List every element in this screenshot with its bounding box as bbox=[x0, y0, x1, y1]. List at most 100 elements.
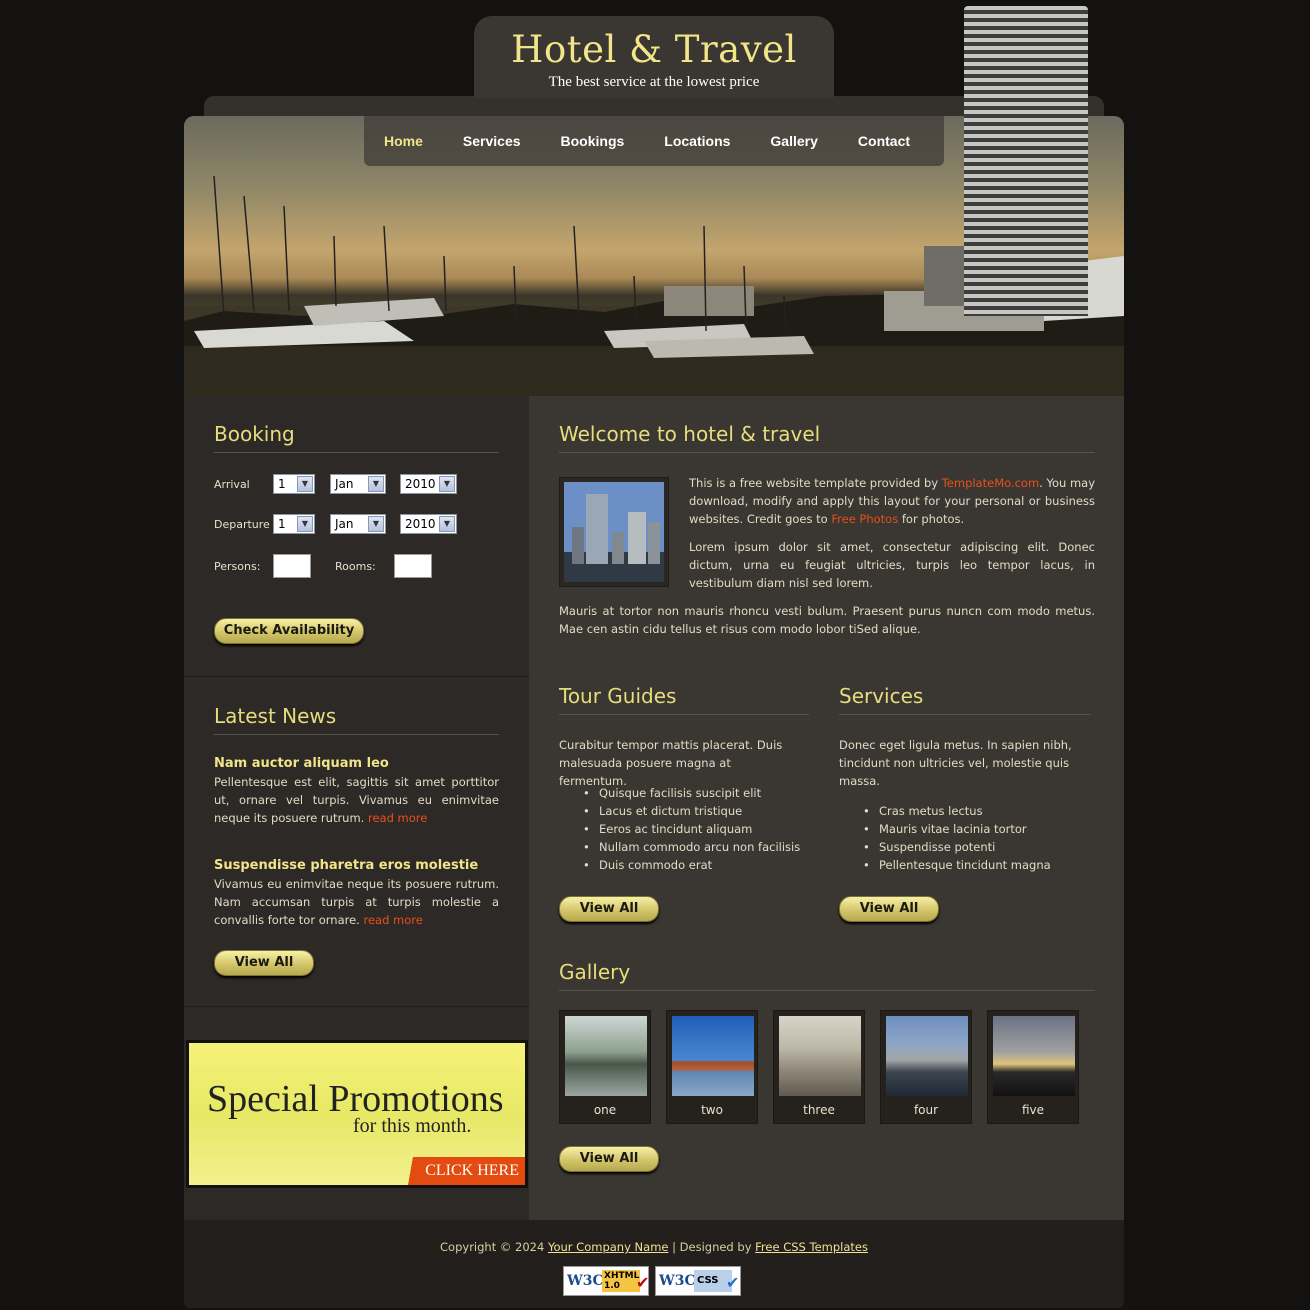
departure-label: Departure bbox=[214, 518, 270, 531]
divider bbox=[184, 676, 529, 677]
services-view-all-button[interactable]: View All bbox=[839, 896, 939, 922]
arrival-day-select[interactable]: 1 ▼ bbox=[273, 474, 315, 494]
xhtml-valid-badge[interactable]: W3C XHTML 1.0 ✔ bbox=[563, 1266, 649, 1296]
arrival-year-select[interactable]: 2010 ▼ bbox=[400, 474, 457, 494]
services-intro: Donec eget ligula metus. In sapien nibh,… bbox=[839, 738, 1072, 788]
tour-guides-list: Quisque facilisis suscipit elit Lacus et… bbox=[579, 784, 800, 874]
chevron-down-icon: ▼ bbox=[297, 476, 313, 492]
welcome-image bbox=[559, 477, 669, 587]
divider bbox=[214, 452, 499, 453]
tower-decoration bbox=[964, 6, 1088, 316]
welcome-heading: Welcome to hotel & travel bbox=[559, 422, 821, 446]
gallery-thumbnail bbox=[886, 1016, 968, 1096]
tour-guides-view-all-button[interactable]: View All bbox=[559, 896, 659, 922]
sidebar: Booking Arrival 1 ▼ Jan ▼ 2010 ▼ Departure … bbox=[184, 396, 529, 1220]
divider bbox=[559, 990, 1095, 991]
gallery-item-one[interactable]: one bbox=[559, 1010, 651, 1124]
company-link[interactable]: Your Company Name bbox=[548, 1240, 669, 1254]
news-title-1[interactable]: Nam auctor aliquam leo bbox=[214, 756, 389, 771]
nav-gallery[interactable]: Gallery bbox=[770, 133, 817, 149]
gallery-thumbnail bbox=[779, 1016, 861, 1096]
gallery-item-four[interactable]: four bbox=[880, 1010, 972, 1124]
welcome-paragraph-3: Mauris at tortor non mauris rhoncu vesti… bbox=[559, 604, 1095, 636]
list-item: Suspendisse potenti bbox=[859, 838, 1051, 856]
gallery-caption: four bbox=[913, 1103, 939, 1117]
services-list: Cras metus lectus Mauris vitae lacinia t… bbox=[859, 802, 1051, 874]
rooms-input[interactable] bbox=[394, 554, 432, 578]
promo-click-button[interactable]: CLICK HERE bbox=[397, 1157, 525, 1185]
chevron-down-icon: ▼ bbox=[368, 516, 384, 532]
list-item: Pellentesque tincidunt magna bbox=[859, 856, 1051, 874]
tour-guides-heading: Tour Guides bbox=[559, 684, 677, 708]
gallery-item-five[interactable]: five bbox=[987, 1010, 1079, 1124]
welcome-paragraph-2: Lorem ipsum dolor sit amet, consectetur … bbox=[689, 540, 1095, 590]
divider bbox=[214, 734, 499, 735]
nav-contact[interactable]: Contact bbox=[858, 133, 910, 149]
services-heading: Services bbox=[839, 684, 924, 708]
list-item: Mauris vitae lacinia tortor bbox=[859, 820, 1051, 838]
gallery-thumbnail bbox=[993, 1016, 1075, 1096]
nav-bookings[interactable]: Bookings bbox=[561, 133, 625, 149]
gallery-caption: two bbox=[701, 1103, 723, 1117]
w3c-logo: W3C bbox=[567, 1273, 604, 1289]
list-item: Eeros ac tincidunt aliquam bbox=[579, 820, 800, 838]
xhtml-label: XHTML 1.0 bbox=[602, 1270, 640, 1292]
gallery-item-three[interactable]: three bbox=[773, 1010, 865, 1124]
nav-locations[interactable]: Locations bbox=[664, 133, 730, 149]
gallery-item-two[interactable]: two bbox=[666, 1010, 758, 1124]
rooms-label: Rooms: bbox=[335, 560, 376, 573]
promotion-banner[interactable]: Special Promotions for this month. CLICK… bbox=[186, 1040, 528, 1188]
persons-input[interactable] bbox=[273, 554, 311, 578]
templatemo-link[interactable]: TemplateMo.com bbox=[942, 476, 1039, 490]
check-availability-button[interactable]: Check Availability bbox=[214, 618, 364, 644]
tour-guides-intro: Curabitur tempor mattis placerat. Duis m… bbox=[559, 738, 783, 788]
footer: Copyright © 2024 Your Company Name | Des… bbox=[184, 1220, 1124, 1308]
divider bbox=[559, 714, 809, 715]
chevron-down-icon: ▼ bbox=[297, 516, 313, 532]
list-item: Cras metus lectus bbox=[859, 802, 1051, 820]
nav-home[interactable]: Home bbox=[384, 133, 423, 149]
departure-day-select[interactable]: 1 ▼ bbox=[273, 514, 315, 534]
site-title: Hotel & Travel bbox=[511, 28, 797, 71]
gallery-heading: Gallery bbox=[559, 960, 631, 984]
chevron-down-icon: ▼ bbox=[439, 516, 455, 532]
css-valid-badge[interactable]: W3C CSS ✔ bbox=[655, 1266, 741, 1296]
read-more-link[interactable]: read more bbox=[368, 811, 427, 825]
free-photos-link[interactable]: Free Photos bbox=[831, 512, 898, 526]
list-item: Lacus et dictum tristique bbox=[579, 802, 800, 820]
nav-services[interactable]: Services bbox=[463, 133, 521, 149]
main-nav: Home Services Bookings Locations Gallery… bbox=[364, 116, 944, 166]
w3c-logo: W3C bbox=[659, 1273, 696, 1289]
news-view-all-button[interactable]: View All bbox=[214, 950, 314, 976]
promo-subtitle: for this month. bbox=[353, 1115, 472, 1137]
departure-year-select[interactable]: 2010 ▼ bbox=[400, 514, 457, 534]
news-body-1: Pellentesque est elit, sagittis sit amet… bbox=[214, 775, 499, 825]
persons-label: Persons: bbox=[214, 560, 261, 573]
city-skyline-illustration bbox=[564, 482, 664, 582]
gallery-caption: one bbox=[593, 1103, 617, 1117]
gallery-thumbnail bbox=[565, 1016, 647, 1096]
check-icon: ✔ bbox=[636, 1273, 650, 1292]
arrival-month-select[interactable]: Jan ▼ bbox=[330, 474, 386, 494]
copyright-text: Copyright © 2024 Your Company Name | Des… bbox=[440, 1240, 868, 1254]
departure-month-select[interactable]: Jan ▼ bbox=[330, 514, 386, 534]
news-body-2: Vivamus eu enimvitae neque its posuere r… bbox=[214, 877, 499, 927]
news-heading: Latest News bbox=[214, 704, 337, 728]
divider bbox=[839, 714, 1091, 715]
read-more-link[interactable]: read more bbox=[363, 913, 422, 927]
list-item: Nullam commodo arcu non facilisis bbox=[579, 838, 800, 856]
booking-heading: Booking bbox=[214, 422, 295, 446]
list-item: Duis commodo erat bbox=[579, 856, 800, 874]
designer-link[interactable]: Free CSS Templates bbox=[755, 1240, 868, 1254]
gallery-caption: five bbox=[1021, 1103, 1045, 1117]
gallery-view-all-button[interactable]: View All bbox=[559, 1146, 659, 1172]
divider bbox=[559, 452, 1095, 453]
chevron-down-icon: ▼ bbox=[368, 476, 384, 492]
check-icon: ✔ bbox=[726, 1273, 740, 1292]
news-title-2[interactable]: Suspendisse pharetra eros molestie bbox=[214, 858, 478, 873]
gallery-thumbnail bbox=[672, 1016, 754, 1096]
list-item: Quisque facilisis suscipit elit bbox=[579, 784, 800, 802]
chevron-down-icon: ▼ bbox=[439, 476, 455, 492]
divider bbox=[184, 1006, 529, 1007]
gallery-caption: three bbox=[803, 1103, 835, 1117]
